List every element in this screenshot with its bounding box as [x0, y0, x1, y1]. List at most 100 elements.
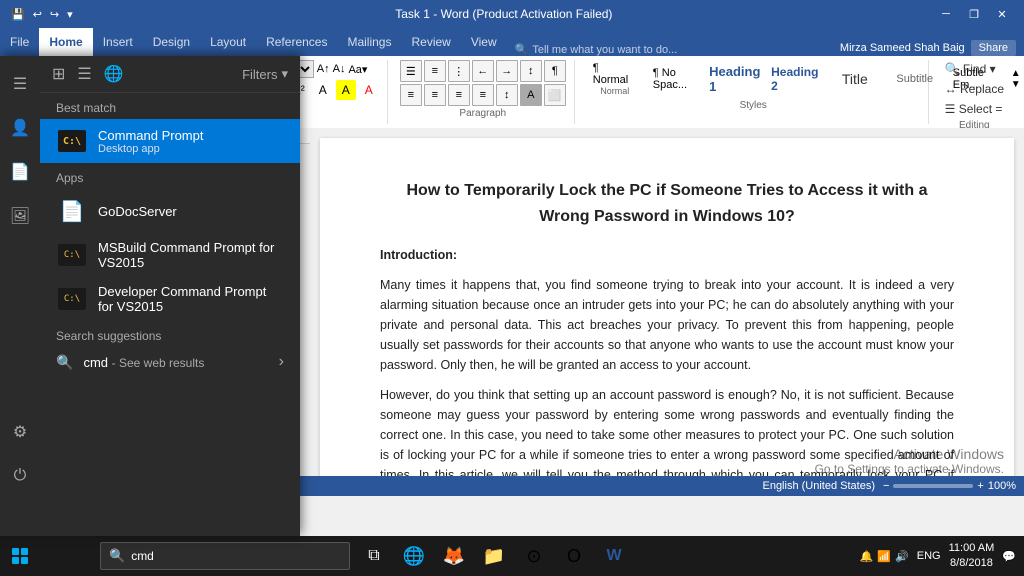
apps-label: Apps	[40, 163, 300, 189]
align-left-button[interactable]: ≡	[400, 84, 422, 106]
start-button[interactable]	[0, 536, 40, 576]
taskbar-search-input[interactable]	[131, 549, 341, 563]
taskbar-right: 🔔 📶 🔊 ENG 11:00 AM 8/8/2018 💬	[860, 541, 1024, 572]
grow-font-button[interactable]: A↑	[317, 63, 330, 75]
power-icon[interactable]: ⏻	[0, 456, 40, 496]
best-match-subtitle: Desktop app	[98, 143, 203, 155]
chrome-button[interactable]: ⊙	[518, 540, 550, 572]
redo-button[interactable]: ↪	[47, 6, 62, 23]
taskbar-search[interactable]: 🔍	[100, 542, 350, 570]
document-heading: How to Temporarily Lock the PC if Someon…	[380, 178, 954, 229]
font-color-button[interactable]: A	[359, 80, 379, 100]
suggestion-text: cmd - See web results	[83, 355, 204, 370]
align-center-button[interactable]: ≡	[424, 84, 446, 106]
firefox-button[interactable]: 🦊	[438, 540, 470, 572]
suggestions-label: Search suggestions	[40, 321, 300, 347]
folder-button[interactable]: 📁	[478, 540, 510, 572]
notifications-icon[interactable]: 🔔	[860, 550, 874, 563]
align-right-button[interactable]: ≡	[448, 84, 470, 106]
settings-icon[interactable]: ⚙	[0, 412, 40, 452]
opera-button[interactable]: O	[558, 540, 590, 572]
shading-button[interactable]: A	[520, 84, 542, 106]
text-effects-button[interactable]: A	[313, 80, 333, 100]
editing-group: 🔍 Find ▾ ↔ Replace ☰ Select = Editing	[933, 60, 1016, 124]
tab-references[interactable]: References	[256, 28, 337, 56]
more-button[interactable]: ▾	[64, 6, 76, 23]
taskbar-search-icon: 🔍	[109, 548, 125, 564]
task-view-button[interactable]: ⧉	[358, 540, 390, 572]
style-heading2[interactable]: Heading 2	[767, 63, 823, 95]
increase-indent-button[interactable]: →	[496, 60, 518, 82]
numbering-button[interactable]: ≡	[424, 60, 446, 82]
close-button[interactable]: ✕	[988, 0, 1016, 28]
word-button[interactable]: W	[598, 540, 630, 572]
sort-button[interactable]: ↕	[520, 60, 542, 82]
app-godocsserver[interactable]: 📄 GoDocServer	[40, 189, 300, 233]
filters-button[interactable]: Filters ▾	[242, 66, 288, 82]
window-title: Task 1 - Word (Product Activation Failed…	[76, 7, 932, 21]
shrink-font-button[interactable]: A↓	[333, 63, 346, 75]
docs-icon[interactable]: 📄	[0, 152, 40, 192]
hamburger-menu-button[interactable]: ☰	[0, 64, 40, 104]
tab-layout[interactable]: Layout	[200, 28, 256, 56]
restore-button[interactable]: ❐	[960, 0, 988, 28]
zoom-slider[interactable]	[893, 484, 973, 488]
tab-design[interactable]: Design	[143, 28, 200, 56]
action-center-icon[interactable]: 💬	[1002, 550, 1016, 563]
msbuild-icon: C:\	[56, 239, 88, 271]
decrease-indent-button[interactable]: ←	[472, 60, 494, 82]
tab-review[interactable]: Review	[401, 28, 460, 56]
find-button[interactable]: 🔍 Find ▾	[941, 60, 1008, 78]
paragraph-label: Paragraph	[400, 106, 566, 119]
zoom-in-button[interactable]: +	[977, 480, 983, 492]
search-suggestion-icon: 🔍	[56, 354, 73, 371]
justify-button[interactable]: ≡	[472, 84, 494, 106]
borders-button[interactable]: ⬜	[544, 84, 566, 106]
styles-label: Styles	[587, 98, 920, 111]
select-button[interactable]: ☰ Select =	[941, 100, 1008, 118]
share-button[interactable]: Share	[971, 40, 1016, 56]
style-normal[interactable]: ¶ Normal Normal	[587, 60, 643, 98]
network-icon[interactable]: 📶	[877, 550, 891, 563]
save-button[interactable]: 💾	[8, 6, 28, 23]
highlight-button[interactable]: A	[336, 80, 356, 100]
multilevel-button[interactable]: ⋮	[448, 60, 470, 82]
show-marks-button[interactable]: ¶	[544, 60, 566, 82]
undo-button[interactable]: ↩	[30, 6, 45, 23]
app-developer-prompt[interactable]: C:\ Developer Command Prompt for VS2015	[40, 277, 300, 321]
date-display: 8/8/2018	[949, 556, 995, 571]
line-spacing-button[interactable]: ↕	[496, 84, 518, 106]
edge-button[interactable]: 🌐	[398, 540, 430, 572]
search-panel-top: ⊞ ☰ 🌐 Filters ▾	[40, 56, 300, 93]
minimize-button[interactable]: ─	[932, 0, 960, 28]
best-match-item[interactable]: C:\ Command Prompt Desktop app	[40, 119, 300, 163]
volume-icon[interactable]: 🔊	[895, 550, 909, 563]
user-icon[interactable]: 👤	[0, 108, 40, 148]
font-case-button[interactable]: Aa▾	[348, 63, 367, 76]
ribbon-tabs: File Home Insert Design Layout Reference…	[0, 28, 1024, 56]
windows-logo-icon	[12, 548, 28, 564]
best-match-title: Command Prompt	[98, 128, 203, 143]
zoom-level: 100%	[988, 480, 1016, 492]
list-view-icon[interactable]: ☰	[77, 64, 91, 84]
tab-mailings[interactable]: Mailings	[337, 28, 401, 56]
style-heading1[interactable]: Heading 1	[707, 62, 763, 96]
tell-me-box[interactable]: Tell me what you want to do...	[532, 44, 677, 56]
tab-home[interactable]: Home	[39, 28, 92, 56]
activate-line1: Activate Windows	[815, 446, 1004, 462]
app-msbuild[interactable]: C:\ MSBuild Command Prompt for VS2015	[40, 233, 300, 277]
replace-button[interactable]: ↔ Replace	[941, 80, 1008, 98]
photos-icon[interactable]: 🖼	[0, 196, 40, 236]
tab-view[interactable]: View	[461, 28, 507, 56]
bullets-button[interactable]: ☰	[400, 60, 422, 82]
style-no-spacing[interactable]: ¶ No Spac...	[647, 65, 703, 93]
tab-insert[interactable]: Insert	[93, 28, 143, 56]
grid-view-icon[interactable]: ⊞	[52, 64, 65, 84]
web-icon[interactable]: 🌐	[104, 64, 124, 84]
tab-file[interactable]: File	[0, 28, 39, 56]
style-title[interactable]: Title	[827, 69, 883, 89]
filters-label: Filters	[242, 67, 277, 82]
zoom-out-button[interactable]: −	[883, 480, 889, 492]
suggestion-cmd[interactable]: 🔍 cmd - See web results ›	[40, 347, 300, 377]
app1-title: GoDocServer	[98, 204, 177, 219]
